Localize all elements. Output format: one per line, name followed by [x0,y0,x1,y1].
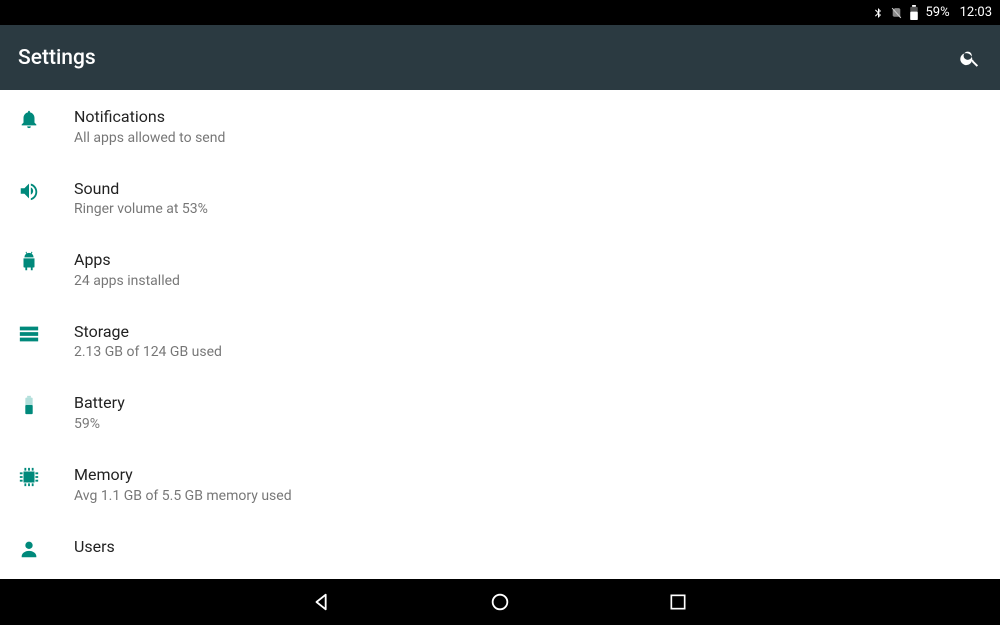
item-title: Sound [74,178,208,200]
item-subtitle: Avg 1.1 GB of 5.5 GB memory used [74,488,292,504]
page-title: Settings [18,46,96,70]
settings-item-users[interactable]: Users [0,520,1000,564]
nav-back-button[interactable] [308,588,336,616]
item-subtitle: All apps allowed to send [74,130,225,146]
settings-item-notifications[interactable]: Notifications All apps allowed to send [0,90,1000,162]
item-title: Battery [74,392,125,414]
recents-icon [668,592,688,612]
search-button[interactable] [958,46,982,70]
sound-icon [18,180,40,202]
navigation-bar [0,579,1000,625]
item-title: Memory [74,464,292,486]
item-subtitle: 2.13 GB of 124 GB used [74,344,222,360]
settings-item-memory[interactable]: Memory Avg 1.1 GB of 5.5 GB memory used [0,448,1000,520]
storage-icon [18,323,40,345]
bell-icon [18,108,40,130]
search-icon [959,47,981,69]
settings-item-storage[interactable]: Storage 2.13 GB of 124 GB used [0,305,1000,377]
user-icon [18,538,40,560]
nav-recents-button[interactable] [664,588,692,616]
no-sim-icon [890,6,903,20]
memory-icon [18,466,40,488]
app-bar: Settings [0,25,1000,90]
status-bar: 59% 12:03 [0,0,1000,25]
item-subtitle: 59% [74,416,125,432]
settings-list[interactable]: Notifications All apps allowed to send S… [0,90,1000,579]
item-title: Notifications [74,106,225,128]
battery-settings-icon [18,394,40,416]
item-subtitle: Ringer volume at 53% [74,201,208,217]
battery-icon [909,5,919,20]
item-subtitle: 24 apps installed [74,273,180,289]
settings-item-sound[interactable]: Sound Ringer volume at 53% [0,162,1000,234]
item-title: Storage [74,321,222,343]
android-icon [18,251,40,273]
back-icon [311,591,333,613]
item-title: Users [74,536,115,558]
home-icon [489,591,511,613]
battery-percent: 59% [925,5,949,20]
settings-item-battery[interactable]: Battery 59% [0,376,1000,448]
settings-item-apps[interactable]: Apps 24 apps installed [0,233,1000,305]
item-title: Apps [74,249,180,271]
nav-home-button[interactable] [486,588,514,616]
bluetooth-icon [872,6,884,20]
status-time: 12:03 [960,5,992,20]
